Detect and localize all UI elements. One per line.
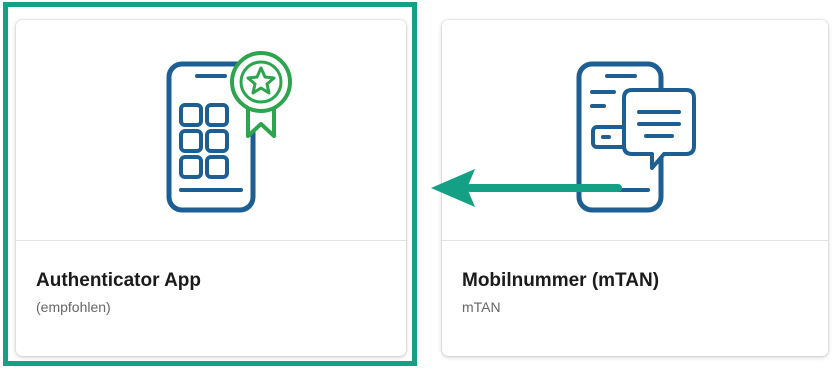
phone-with-award-icon [166, 51, 292, 213]
mtan-illustration [442, 20, 828, 240]
phone-with-sms-icon [576, 61, 696, 213]
option-card-authenticator-app[interactable]: Authenticator App (empfohlen) [16, 20, 406, 356]
option-card-mobile-number[interactable]: Mobilnummer (mTAN) mTAN [442, 20, 828, 356]
option-subtitle: (empfohlen) [36, 299, 111, 315]
option-title: Authenticator App [36, 270, 202, 291]
mfa-method-selection: Authenticator App (empfohlen) Mobilnumme… [0, 0, 832, 370]
option-title: Mobilnummer (mTAN) [462, 270, 660, 291]
option-subtitle: mTAN [462, 299, 501, 315]
card-divider [442, 240, 828, 241]
card-divider [16, 240, 406, 241]
authenticator-illustration [16, 20, 406, 240]
